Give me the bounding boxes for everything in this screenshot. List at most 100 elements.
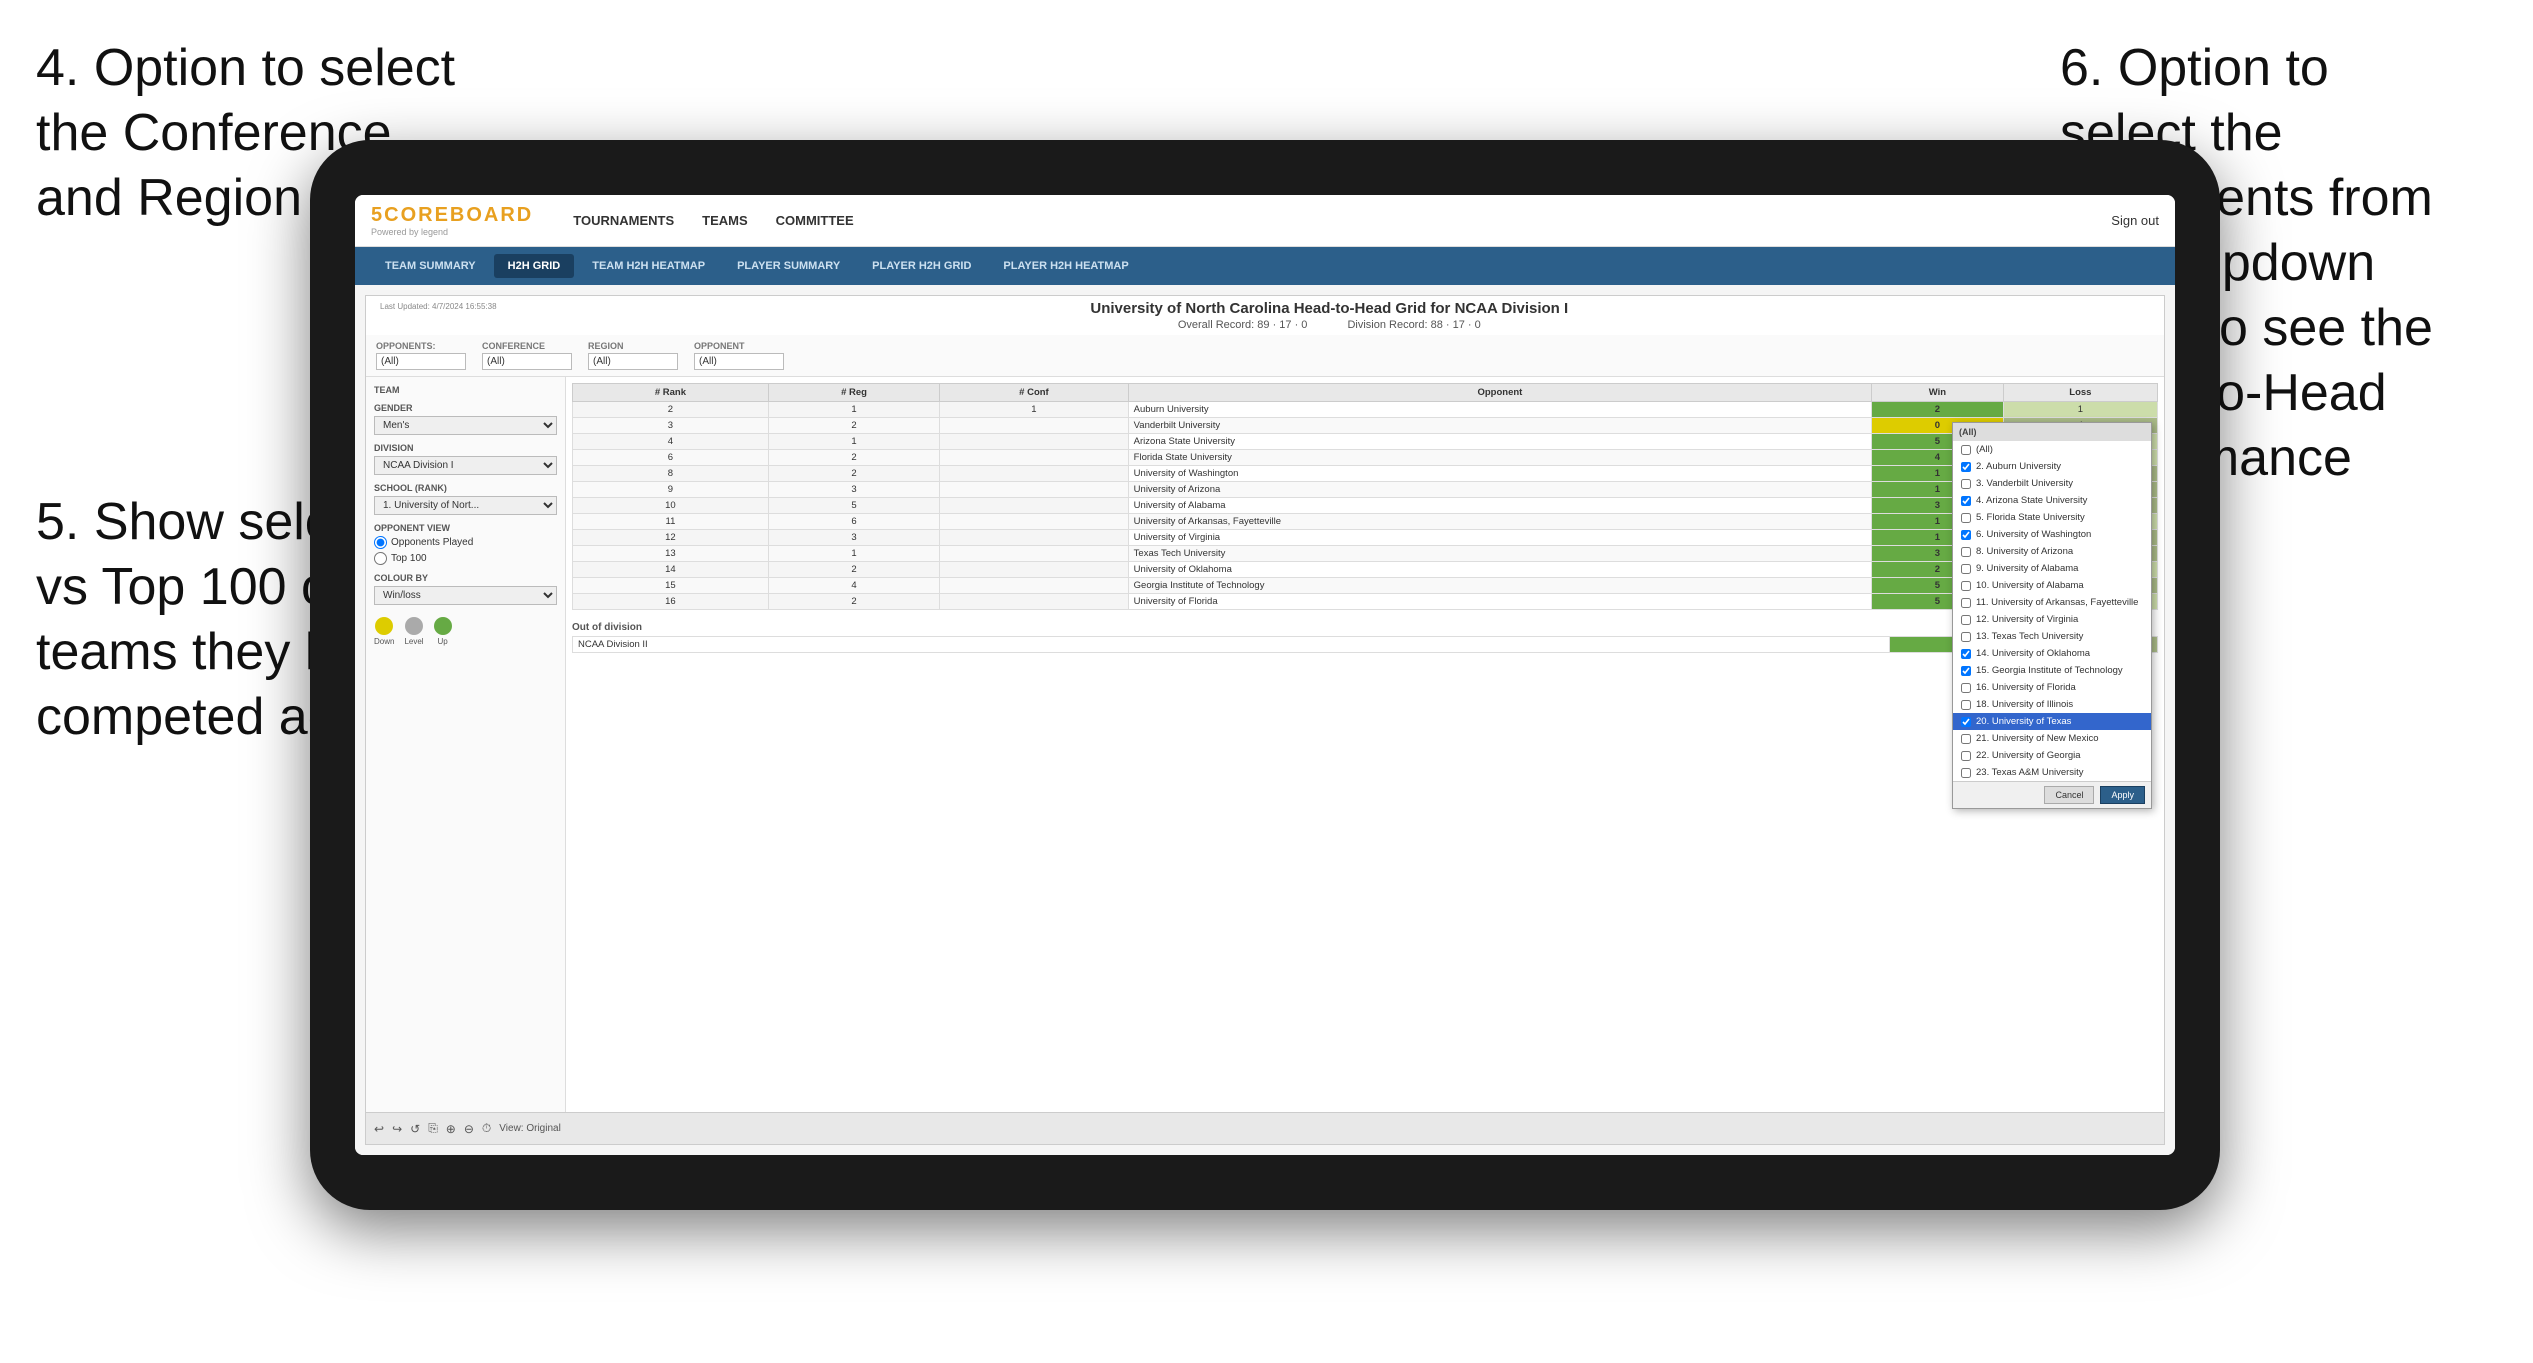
- legend-up-text: Up: [437, 637, 447, 646]
- cell-rank: 9: [573, 482, 769, 498]
- region-select[interactable]: (All): [588, 353, 678, 370]
- zoom-in-icon[interactable]: ⊕: [446, 1122, 456, 1136]
- legend-down-icon: [375, 617, 393, 635]
- tab-player-h2h-grid[interactable]: PLAYER H2H GRID: [858, 254, 985, 278]
- school-section: School (Rank) 1. University of Nort...: [374, 483, 557, 515]
- dropdown-item[interactable]: 3. Vanderbilt University: [1953, 475, 2151, 492]
- dropdown-item[interactable]: 15. Georgia Institute of Technology: [1953, 662, 2151, 679]
- tab-player-h2h-heatmap[interactable]: PLAYER H2H HEATMAP: [989, 254, 1142, 278]
- nav-tournaments[interactable]: TOURNAMENTS: [573, 209, 674, 232]
- view-label: View: Original: [499, 1123, 561, 1134]
- table-row: 15 4 Georgia Institute of Technology 5 0: [573, 578, 2158, 594]
- dropdown-item[interactable]: 9. University of Alabama: [1953, 560, 2151, 577]
- colour-by-select[interactable]: Win/loss: [374, 586, 557, 605]
- cell-reg: 1: [768, 402, 939, 418]
- copy-icon[interactable]: ⎘: [428, 1121, 438, 1136]
- cell-rank: 6: [573, 450, 769, 466]
- color-legend: Down Level Up: [374, 617, 557, 646]
- nav-committee[interactable]: COMMITTEE: [776, 209, 854, 232]
- out-division-table: NCAA Division II 1 0: [572, 636, 2158, 653]
- cell-rank: 2: [573, 402, 769, 418]
- col-reg: # Reg: [768, 384, 939, 402]
- tab-team-h2h-heatmap[interactable]: TEAM H2H HEATMAP: [578, 254, 719, 278]
- radio-top100[interactable]: Top 100: [374, 552, 557, 565]
- tab-team-summary[interactable]: TEAM SUMMARY: [371, 254, 490, 278]
- nav-teams[interactable]: TEAMS: [702, 209, 748, 232]
- zoom-out-icon[interactable]: ⊖: [464, 1122, 474, 1136]
- cell-opponent: University of Florida: [1128, 594, 1871, 610]
- school-label: School (Rank): [374, 483, 557, 493]
- opponents-select[interactable]: (All): [376, 353, 466, 370]
- tab-h2h-grid[interactable]: H2H GRID: [494, 254, 575, 278]
- table-row: 11 6 University of Arkansas, Fayettevill…: [573, 514, 2158, 530]
- bottom-toolbar: ↩ ↪ ↺ ⎘ ⊕ ⊖ ⏱ View: Original: [366, 1112, 2164, 1144]
- dropdown-item[interactable]: 11. University of Arkansas, Fayetteville: [1953, 594, 2151, 611]
- cell-conf: [940, 498, 1128, 514]
- out-division-row: NCAA Division II 1 0: [573, 637, 2158, 653]
- top-nav: 5COREBOARD Powered by legend TOURNAMENTS…: [355, 195, 2175, 247]
- table-row: 12 3 University of Virginia 1 0: [573, 530, 2158, 546]
- dropdown-item[interactable]: 12. University of Virginia: [1953, 611, 2151, 628]
- col-opponent: Opponent: [1128, 384, 1871, 402]
- region-label: Region: [588, 341, 678, 351]
- dropdown-item[interactable]: 13. Texas Tech University: [1953, 628, 2151, 645]
- dropdown-item[interactable]: 23. Texas A&M University: [1953, 764, 2151, 781]
- dropdown-item[interactable]: 21. University of New Mexico: [1953, 730, 2151, 747]
- legend-level-icon: [405, 617, 423, 635]
- tab-player-summary[interactable]: PLAYER SUMMARY: [723, 254, 854, 278]
- conference-label: Conference: [482, 341, 572, 351]
- out-division-label: Out of division: [572, 622, 2158, 633]
- legend-up-icon: [434, 617, 452, 635]
- dropdown-list[interactable]: (All)2. Auburn University3. Vanderbilt U…: [1953, 441, 2151, 781]
- dropdown-footer: Cancel Apply: [1953, 781, 2151, 808]
- dropdown-item[interactable]: 5. Florida State University: [1953, 509, 2151, 526]
- division-select[interactable]: NCAA Division I: [374, 456, 557, 475]
- out-division-section: Out of division NCAA Division II 1 0: [572, 622, 2158, 653]
- cell-rank: 14: [573, 562, 769, 578]
- opponent-select[interactable]: (All): [694, 353, 784, 370]
- undo-icon[interactable]: ↩: [374, 1122, 384, 1136]
- dropdown-item[interactable]: 6. University of Washington: [1953, 526, 2151, 543]
- dropdown-item[interactable]: 2. Auburn University: [1953, 458, 2151, 475]
- dropdown-item[interactable]: 4. Arizona State University: [1953, 492, 2151, 509]
- radio-opponents-played[interactable]: Opponents Played: [374, 536, 557, 549]
- team-label: Team: [374, 385, 557, 395]
- data-table: # Rank # Reg # Conf Opponent Win Loss 2: [572, 383, 2158, 610]
- cell-conf: [940, 450, 1128, 466]
- dropdown-item[interactable]: 22. University of Georgia: [1953, 747, 2151, 764]
- nav-signout[interactable]: Sign out: [2111, 213, 2159, 228]
- cancel-button[interactable]: Cancel: [2044, 786, 2094, 804]
- dropdown-item[interactable]: 8. University of Arizona: [1953, 543, 2151, 560]
- dropdown-item[interactable]: 16. University of Florida: [1953, 679, 2151, 696]
- cell-loss: 1: [2003, 402, 2157, 418]
- cell-conf: [940, 482, 1128, 498]
- cell-opponent: Auburn University: [1128, 402, 1871, 418]
- conference-select[interactable]: (All): [482, 353, 572, 370]
- cell-reg: 2: [768, 418, 939, 434]
- logo-subtitle: Powered by legend: [371, 227, 533, 237]
- cell-reg: 1: [768, 546, 939, 562]
- cell-rank: 4: [573, 434, 769, 450]
- dropdown-item[interactable]: 18. University of Illinois: [1953, 696, 2151, 713]
- cell-conf: [940, 594, 1128, 610]
- cell-opponent: University of Alabama: [1128, 498, 1871, 514]
- redo-icon[interactable]: ↪: [392, 1122, 402, 1136]
- apply-button[interactable]: Apply: [2100, 786, 2145, 804]
- cell-reg: 6: [768, 514, 939, 530]
- last-updated: Last Updated: 4/7/2024 16:55:38: [374, 300, 503, 313]
- tablet-screen: 5COREBOARD Powered by legend TOURNAMENTS…: [355, 195, 2175, 1155]
- clock-icon: ⏱: [482, 1121, 491, 1136]
- dropdown-item[interactable]: (All): [1953, 441, 2151, 458]
- radio-opponents-played-label: Opponents Played: [391, 537, 473, 548]
- table-row: 2 1 1 Auburn University 2 1: [573, 402, 2158, 418]
- radio-group: Opponents Played Top 100: [374, 536, 557, 565]
- reset-icon[interactable]: ↺: [410, 1122, 420, 1136]
- gender-select[interactable]: Men's: [374, 416, 557, 435]
- dropdown-item[interactable]: 10. University of Alabama: [1953, 577, 2151, 594]
- opponent-label: Opponent: [694, 341, 784, 351]
- school-select[interactable]: 1. University of Nort...: [374, 496, 557, 515]
- cell-rank: 12: [573, 530, 769, 546]
- dropdown-item[interactable]: 20. University of Texas: [1953, 713, 2151, 730]
- table-row: 13 1 Texas Tech University 3 0: [573, 546, 2158, 562]
- dropdown-item[interactable]: 14. University of Oklahoma: [1953, 645, 2151, 662]
